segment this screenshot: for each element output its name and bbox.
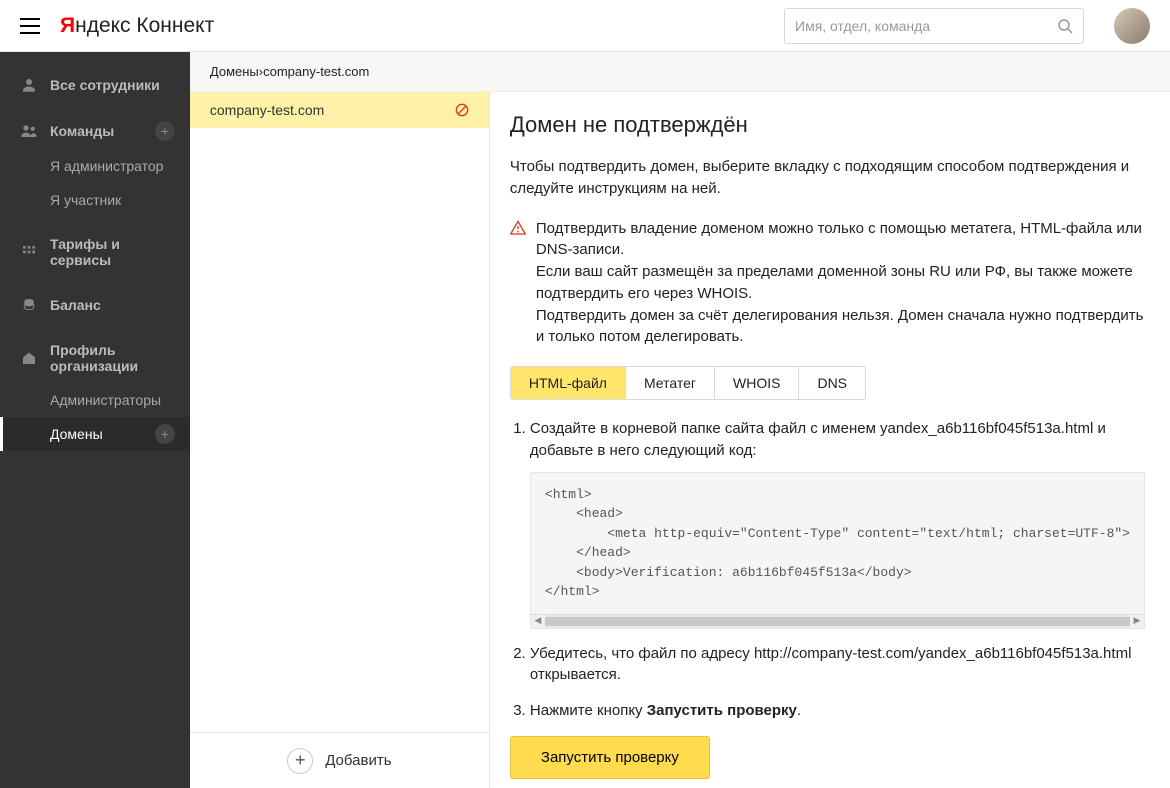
search-box[interactable] (784, 8, 1084, 44)
avatar[interactable] (1114, 8, 1150, 44)
logo-connect: Коннект (131, 14, 215, 37)
sidebar-item-domains[interactable]: Домены + (0, 417, 190, 451)
sidebar-label: Команды (50, 123, 114, 139)
code-scrollbar[interactable]: ◀ ▶ (531, 614, 1144, 628)
tab-metatag[interactable]: Метатег (626, 367, 715, 399)
add-domain-icon[interactable]: + (155, 424, 175, 444)
sidebar-item-org-profile[interactable]: Профиль организации (0, 333, 190, 383)
main-content: Домен не подтверждён Чтобы подтвердить д… (490, 92, 1170, 788)
tab-html-file[interactable]: HTML-файл (511, 367, 626, 399)
warning-icon (510, 220, 526, 236)
tab-dns[interactable]: DNS (799, 367, 865, 399)
menu-burger-icon[interactable] (20, 18, 40, 34)
add-domain-button[interactable]: + Добавить (190, 732, 489, 788)
sidebar-label: Я администратор (50, 158, 163, 174)
domain-list-column: company-test.com + Добавить (190, 92, 490, 788)
domain-name: company-test.com (210, 102, 455, 118)
sidebar-item-teams[interactable]: Команды + (0, 113, 190, 149)
person-icon (20, 76, 38, 94)
header: Яндекс Коннект (0, 0, 1170, 52)
sidebar-label: Я участник (50, 192, 121, 208)
breadcrumb-current: company-test.com (263, 64, 369, 79)
breadcrumb-root[interactable]: Домены (210, 64, 259, 79)
logo[interactable]: Яндекс Коннект (60, 14, 214, 38)
code-content[interactable]: <html> <head> <meta http-equiv="Content-… (531, 473, 1144, 614)
logo-ya: Я (60, 14, 75, 37)
sidebar-item-administrators[interactable]: Администраторы (0, 383, 190, 417)
search-icon[interactable] (1057, 18, 1073, 34)
run-verification-button[interactable]: Запустить проверку (510, 736, 710, 779)
sidebar-label: Профиль организации (50, 342, 170, 374)
sidebar-item-balance[interactable]: Баланс (0, 287, 190, 323)
page-title: Домен не подтверждён (510, 112, 1170, 138)
scroll-left-icon[interactable]: ◀ (531, 615, 545, 628)
search-input[interactable] (795, 18, 1057, 34)
sidebar-item-team-member[interactable]: Я участник (0, 183, 190, 217)
grid-icon (20, 243, 38, 261)
scroll-right-icon[interactable]: ▶ (1130, 615, 1144, 628)
sidebar-label: Баланс (50, 297, 101, 313)
sidebar-label: Администраторы (50, 392, 161, 408)
instruction-steps: Создайте в корневой папке сайта файл с и… (510, 418, 1170, 722)
alert-text: Подтвердить владение доменом можно тольк… (536, 218, 1145, 349)
sidebar-label: Домены (50, 426, 103, 442)
domain-row[interactable]: company-test.com (190, 92, 489, 128)
add-label: Добавить (325, 752, 391, 769)
house-icon (20, 349, 38, 367)
step-3: Нажмите кнопку Запустить проверку. (530, 700, 1145, 722)
coins-icon (20, 296, 38, 314)
logo-ndex: ндекс (75, 14, 130, 37)
status-unverified-icon (455, 103, 469, 117)
sidebar-item-team-admin[interactable]: Я администратор (0, 149, 190, 183)
tab-whois[interactable]: WHOIS (715, 367, 799, 399)
sidebar-item-tariffs[interactable]: Тарифы и сервисы (0, 227, 190, 277)
breadcrumb: Домены › company-test.com (190, 52, 1170, 92)
sidebar-label: Тарифы и сервисы (50, 236, 170, 268)
sidebar: Все сотрудники Команды + Я администратор… (0, 52, 190, 788)
verification-tabs: HTML-файл Метатег WHOIS DNS (510, 366, 866, 400)
page-intro: Чтобы подтвердить домен, выберите вкладк… (510, 156, 1170, 200)
plus-icon: + (287, 748, 313, 774)
step-1: Создайте в корневой папке сайта файл с и… (530, 418, 1145, 629)
sidebar-label: Все сотрудники (50, 77, 160, 93)
alert-box: Подтвердить владение доменом можно тольк… (510, 218, 1170, 349)
people-icon (20, 122, 38, 140)
code-box: <html> <head> <meta http-equiv="Content-… (530, 472, 1145, 629)
sidebar-item-all-employees[interactable]: Все сотрудники (0, 67, 190, 103)
step-2: Убедитесь, что файл по адресу http://com… (530, 643, 1145, 687)
add-team-icon[interactable]: + (155, 121, 175, 141)
